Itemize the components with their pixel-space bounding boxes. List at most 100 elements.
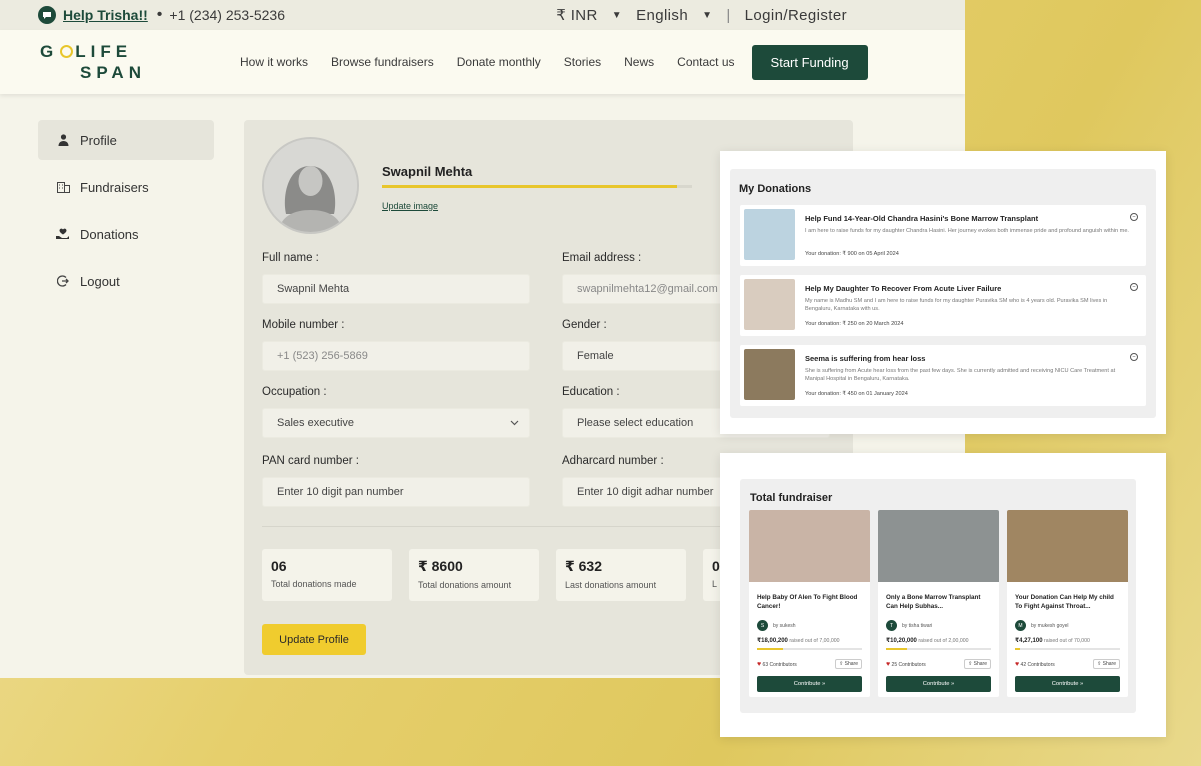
fundraiser-card[interactable]: Your Donation Can Help My child To Fight… xyxy=(1007,510,1128,697)
chevron-down-icon[interactable]: ▼ xyxy=(702,10,712,21)
email-label: Email address : xyxy=(562,252,642,264)
share-button[interactable]: ⇪ Share xyxy=(1093,659,1120,669)
avatar: M xyxy=(1015,620,1026,631)
total-fundraiser-panel: Total fundraiser Help Baby Of Alen To Fi… xyxy=(740,479,1136,713)
stat-label: Total donations made xyxy=(271,579,357,589)
my-donations-panel: My Donations Help Fund 14-Year-Old Chand… xyxy=(730,169,1156,418)
stat-label: Total donations amount xyxy=(418,580,512,590)
fundraiser-raised: ₹18,00,200 raised out of 7,00,000 xyxy=(757,638,840,644)
language-select[interactable]: English xyxy=(636,7,688,24)
mobile-field[interactable]: +1 (523) 256-5869 xyxy=(262,341,530,371)
top-bar: Help Trisha!! • +1 (234) 253-5236 ₹ INR … xyxy=(0,0,965,30)
donation-title: Help Fund 14-Year-Old Chandra Hasini's B… xyxy=(805,214,1039,223)
total-fundraiser-title: Total fundraiser xyxy=(750,492,833,504)
donation-description: I am here to raise funds for my daughter… xyxy=(805,228,1129,234)
stat-value: 06 xyxy=(271,558,287,574)
fundraiser-progress-fill xyxy=(886,648,907,650)
update-image-link[interactable]: Update image xyxy=(382,201,438,211)
donation-amount: Your donation: ₹ 250 on 20 March 2024 xyxy=(805,321,904,327)
donation-item[interactable]: Help Fund 14-Year-Old Chandra Hasini's B… xyxy=(740,205,1146,266)
fundraiser-organizer: S by sukesh xyxy=(749,620,870,631)
nav-donate-monthly[interactable]: Donate monthly xyxy=(457,55,541,69)
pan-field[interactable]: Enter 10 digit pan number xyxy=(262,477,530,507)
profile-name: Swapnil Mehta xyxy=(382,164,473,179)
start-funding-button[interactable]: Start Funding xyxy=(751,44,868,80)
nav-how-it-works[interactable]: How it works xyxy=(240,55,308,69)
mobile-label: Mobile number : xyxy=(262,319,345,331)
occupation-label: Occupation : xyxy=(262,386,327,398)
fundraiser-image xyxy=(749,510,870,582)
update-profile-button[interactable]: Update Profile xyxy=(262,624,366,655)
heart-icon: ♥ xyxy=(886,660,891,668)
sidebar-item-label: Logout xyxy=(80,273,120,289)
share-button[interactable]: ⇪ Share xyxy=(964,659,991,669)
sidebar-item-donations[interactable]: Donations xyxy=(38,214,214,254)
sidebar-item-label: Donations xyxy=(80,226,139,242)
sidebar-item-label: Profile xyxy=(80,132,117,148)
fundraiser-progress xyxy=(1015,648,1120,650)
nav-contact-us[interactable]: Contact us xyxy=(677,55,734,69)
info-icon[interactable]: – xyxy=(1130,283,1138,291)
fundraiser-title: Your Donation Can Help My child To Fight… xyxy=(1015,594,1114,611)
nav-news[interactable]: News xyxy=(624,55,654,69)
sidebar-item-profile[interactable]: Profile xyxy=(38,120,214,160)
occupation-value: Sales executive xyxy=(277,417,355,429)
fundraiser-raised: ₹4,27,100 raised out of 70,000 xyxy=(1015,638,1090,644)
gender-label: Gender : xyxy=(562,319,607,331)
donation-item[interactable]: Seema is suffering from hear loss She is… xyxy=(740,345,1146,406)
chevron-down-icon[interactable]: ▼ xyxy=(612,10,622,21)
help-link[interactable]: Help Trisha!! xyxy=(63,7,148,23)
profile-completion-fill xyxy=(382,185,677,188)
education-label: Education : xyxy=(562,386,620,398)
contribute-button[interactable]: Contribute » xyxy=(757,676,862,692)
golifespan-logo[interactable]: G LIFE SPAN xyxy=(40,43,190,81)
fundraiser-organizer: M by mukesh goyel xyxy=(1007,620,1128,631)
topbar-right: ₹ INR ▼ English ▼ | Login/Register xyxy=(556,6,847,25)
contribute-button[interactable]: Contribute » xyxy=(1015,676,1120,692)
heart-icon: ♥ xyxy=(1015,660,1020,668)
fundraiser-progress-fill xyxy=(757,648,784,650)
info-icon[interactable]: – xyxy=(1130,353,1138,361)
heart-icon: ♥ xyxy=(757,660,762,668)
profile-completion-bar xyxy=(382,185,692,188)
contribute-button[interactable]: Contribute » xyxy=(886,676,991,692)
donation-amount: Your donation: ₹ 450 on 01 January 2024 xyxy=(805,391,908,397)
donation-amount: Your donation: ₹ 900 on 05 April 2024 xyxy=(805,251,899,257)
sidebar-item-fundraisers[interactable]: Fundraisers xyxy=(38,167,214,207)
avatar: S xyxy=(757,620,768,631)
my-donations-card: My Donations Help Fund 14-Year-Old Chand… xyxy=(720,151,1166,434)
stat-label: Last donations amount xyxy=(565,580,657,590)
chat-icon xyxy=(38,6,56,24)
stat-card: ₹ 8600 Total donations amount xyxy=(409,549,539,601)
donation-image xyxy=(744,279,795,330)
currency-select[interactable]: ₹ INR xyxy=(556,6,598,24)
adhar-label: Adharcard number : xyxy=(562,455,664,467)
my-donations-title: My Donations xyxy=(739,183,812,195)
building-icon xyxy=(56,181,70,193)
phone-number[interactable]: +1 (234) 253-5236 xyxy=(169,7,285,23)
donation-description: My name is Madhu SM and I am here to rai… xyxy=(805,298,1108,313)
stat-card: ₹ 632 Last donations amount xyxy=(556,549,686,601)
donation-item[interactable]: Help My Daughter To Recover From Acute L… xyxy=(740,275,1146,336)
login-register-link[interactable]: Login/Register xyxy=(745,7,847,24)
occupation-select[interactable]: Sales executive xyxy=(262,408,530,438)
fundraiser-image xyxy=(1007,510,1128,582)
fundraiser-card[interactable]: Help Baby Of Alen To Fight Blood Cancer!… xyxy=(749,510,870,697)
avatar[interactable] xyxy=(262,137,359,234)
donation-title: Seema is suffering from hear loss xyxy=(805,354,926,363)
share-button[interactable]: ⇪ Share xyxy=(835,659,862,669)
stat-card: 06 Total donations made xyxy=(262,549,392,601)
nav-stories[interactable]: Stories xyxy=(564,55,601,69)
total-fundraiser-card: Total fundraiser Help Baby Of Alen To Fi… xyxy=(720,453,1166,737)
logo-ring-icon xyxy=(60,45,74,58)
nav-browse-fundraisers[interactable]: Browse fundraisers xyxy=(331,55,434,69)
sidebar-item-logout[interactable]: Logout xyxy=(38,261,214,301)
avatar: T xyxy=(886,620,897,631)
fundraiser-progress-fill xyxy=(1015,648,1021,650)
full-name-field[interactable]: Swapnil Mehta xyxy=(262,274,530,304)
fundraiser-card[interactable]: Only a Bone Marrow Transplant Can Help S… xyxy=(878,510,999,697)
info-icon[interactable]: – xyxy=(1130,213,1138,221)
donation-description: She is suffering from Acute hear loss fr… xyxy=(805,368,1116,383)
user-icon xyxy=(56,134,70,146)
fundraiser-footer: ♥ 63 Contributors ⇪ Share xyxy=(749,659,870,669)
